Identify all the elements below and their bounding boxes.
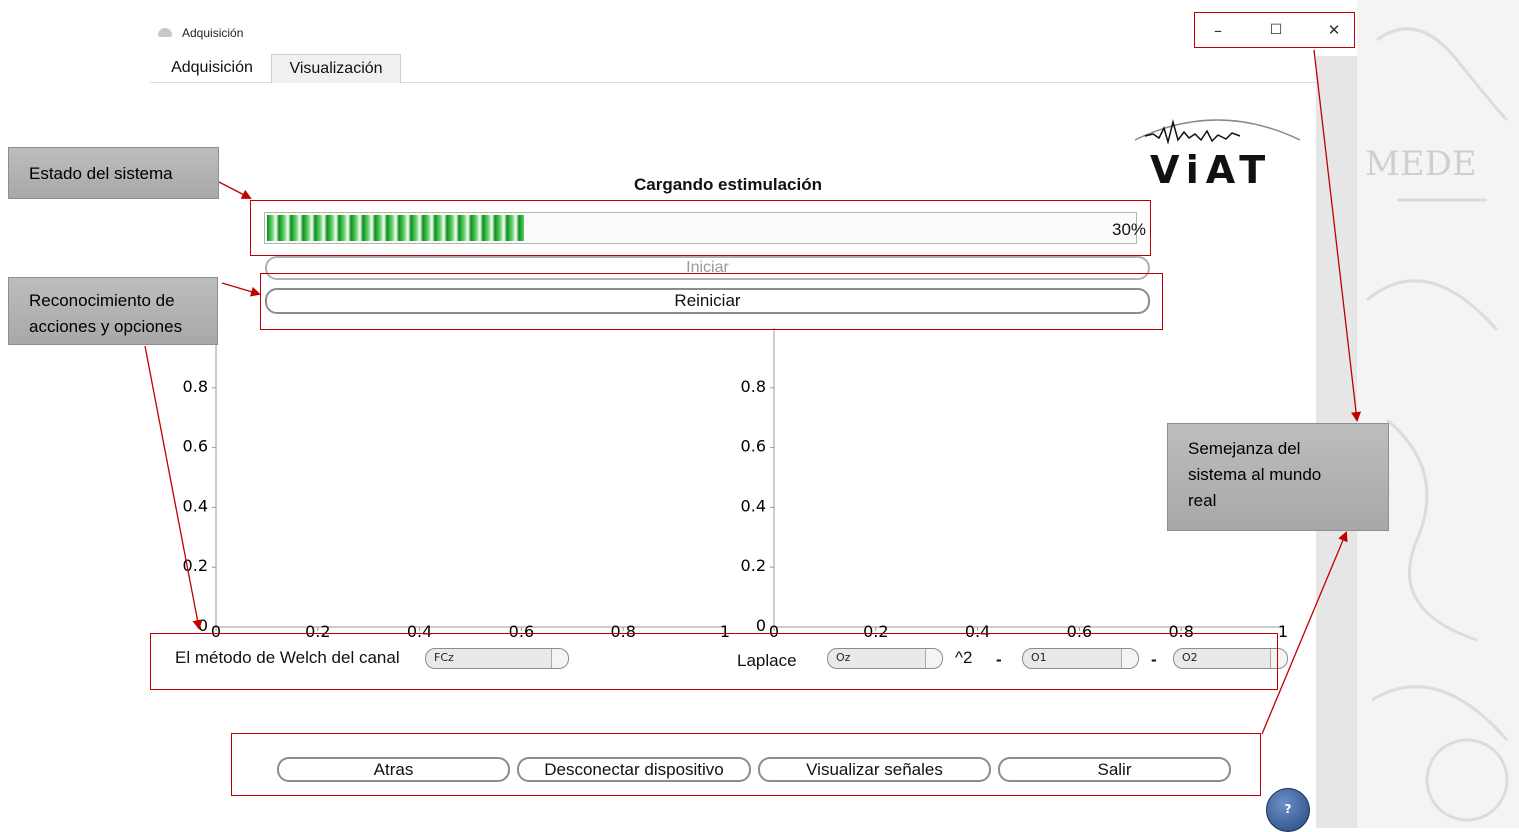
callout-estado: Estado del sistema	[8, 147, 219, 199]
annotation-arrows	[144, 49, 1362, 735]
callout-reconocimiento: Reconocimiento de acciones y opciones	[8, 277, 218, 345]
callout-semejanza: Semejanza del sistema al mundo real	[1167, 423, 1389, 531]
